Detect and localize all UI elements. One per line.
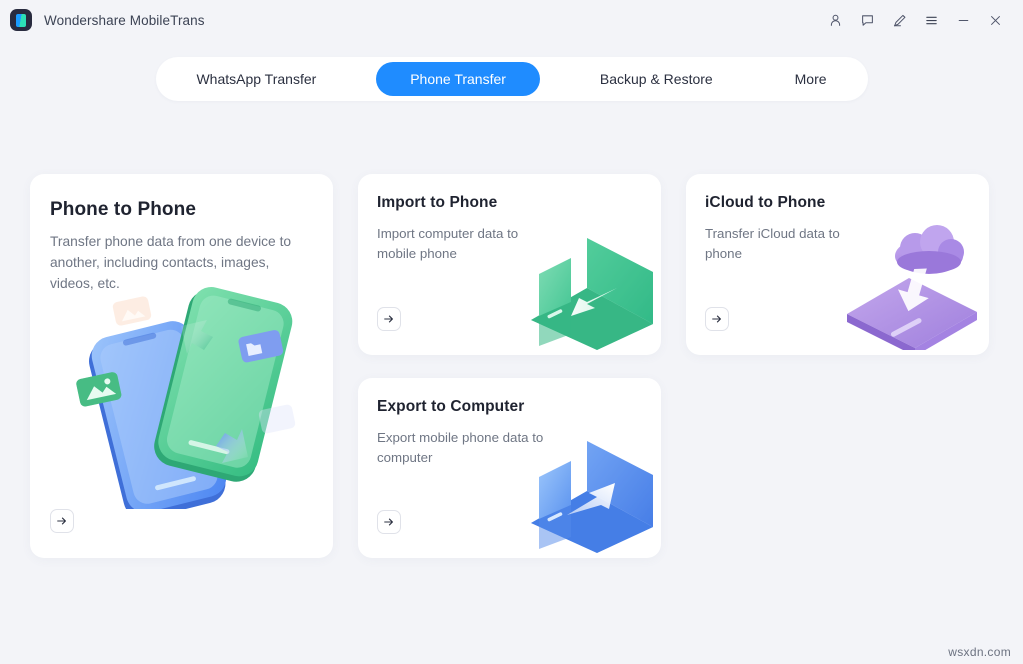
card-import-to-phone[interactable]: Import to Phone Import computer data to … [358, 174, 661, 355]
two-phones-transfer-illustration [62, 279, 302, 519]
feedback-icon[interactable] [851, 5, 883, 35]
card-description: Transfer iCloud data to phone [705, 226, 840, 261]
logo-glyph [16, 13, 26, 27]
card-description: Transfer phone data from one device to a… [50, 234, 292, 291]
card-description: Import computer data to mobile phone [377, 226, 519, 261]
tab-more[interactable]: More [773, 62, 849, 96]
tab-bar-wrapper: WhatsApp Transfer Phone Transfer Backup … [0, 40, 1023, 101]
tab-backup-restore[interactable]: Backup & Restore [578, 62, 735, 96]
tab-whatsapp-transfer[interactable]: WhatsApp Transfer [174, 62, 338, 96]
cards-grid: Phone to Phone Transfer phone data from … [30, 174, 993, 560]
card-title: Export to Computer [377, 398, 525, 415]
watermark: wsxdn.com [948, 645, 1011, 659]
edit-pen-icon[interactable] [883, 5, 915, 35]
menu-icon[interactable] [915, 5, 947, 35]
card-export-to-computer[interactable]: Export to Computer Export mobile phone d… [358, 378, 661, 558]
card-title: iCloud to Phone [705, 194, 826, 211]
close-icon[interactable] [979, 5, 1011, 35]
card-title: Phone to Phone [50, 199, 197, 220]
card-icloud-to-phone[interactable]: iCloud to Phone Transfer iCloud data to … [686, 174, 989, 355]
minimize-icon[interactable] [947, 5, 979, 35]
icloud-to-phone-go-button[interactable] [705, 307, 729, 331]
app-title: Wondershare MobileTrans [44, 12, 205, 28]
window-controls [819, 5, 1011, 35]
tab-phone-transfer[interactable]: Phone Transfer [376, 62, 540, 96]
import-to-phone-go-button[interactable] [377, 307, 401, 331]
phone-to-phone-go-button[interactable] [50, 509, 74, 533]
tab-bar: WhatsApp Transfer Phone Transfer Backup … [155, 57, 868, 101]
account-icon[interactable] [819, 5, 851, 35]
card-title: Import to Phone [377, 194, 498, 211]
export-to-computer-go-button[interactable] [377, 510, 401, 534]
card-phone-to-phone[interactable]: Phone to Phone Transfer phone data from … [30, 174, 333, 558]
title-bar: Wondershare MobileTrans [0, 0, 1023, 40]
app-logo-icon [10, 9, 32, 31]
card-description: Export mobile phone data to computer [377, 430, 544, 465]
